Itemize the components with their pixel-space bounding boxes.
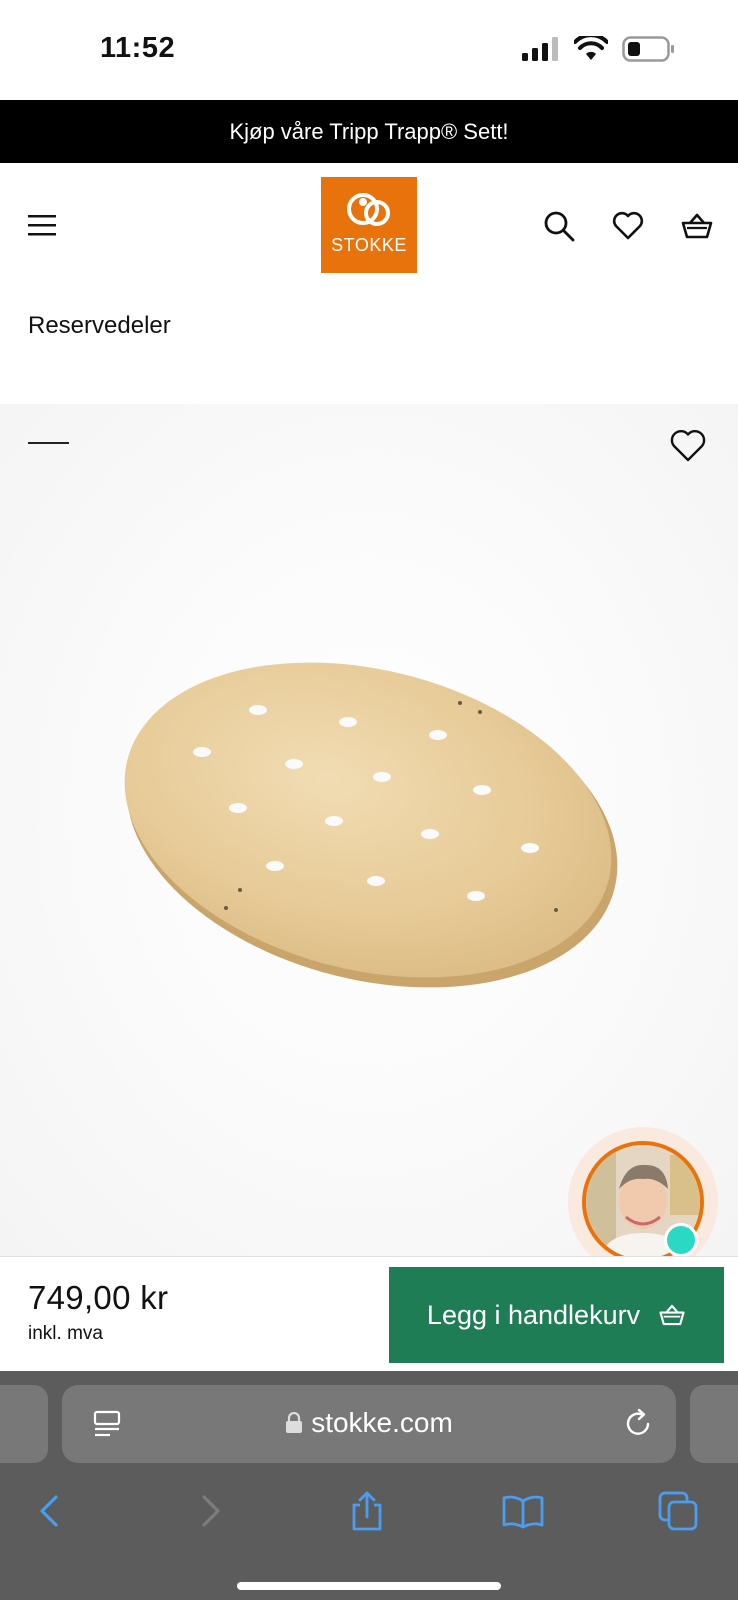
basket-icon: [681, 213, 713, 239]
menu-icon: [28, 215, 56, 236]
home-indicator[interactable]: [237, 1582, 501, 1590]
menu-button[interactable]: [26, 209, 58, 241]
status-bar: 11:52: [0, 0, 738, 100]
forward-button[interactable]: [186, 1487, 234, 1535]
tabs-icon: [658, 1491, 698, 1531]
status-icons: [522, 36, 676, 62]
stokke-logo[interactable]: STOKKE: [321, 177, 417, 273]
back-button[interactable]: [26, 1487, 74, 1535]
lock-icon: [286, 1412, 303, 1433]
browser-toolbar: [0, 1483, 738, 1543]
address-bar[interactable]: stokke.com: [62, 1385, 676, 1463]
cart-button[interactable]: [680, 209, 714, 243]
wishlist-header-button[interactable]: [611, 209, 645, 243]
url-display[interactable]: stokke.com: [62, 1407, 676, 1439]
cellular-signal-icon: [522, 37, 558, 61]
product-image[interactable]: [110, 656, 630, 996]
breadcrumb-label[interactable]: Reservedeler: [28, 312, 171, 339]
breadcrumb[interactable]: Reservedeler: [28, 312, 171, 340]
heart-icon: [612, 211, 644, 240]
search-button[interactable]: [542, 209, 576, 243]
battery-icon: [622, 36, 674, 62]
promo-banner-text[interactable]: Kjøp våre Tripp Trapp® Sett!: [229, 119, 508, 145]
browser-chrome: stokke.com: [0, 1371, 738, 1600]
search-icon: [544, 211, 575, 242]
promo-banner[interactable]: Kjøp våre Tripp Trapp® Sett!: [0, 100, 738, 163]
wifi-icon: [574, 36, 608, 60]
add-to-cart-label: Legg i handlekurv: [426, 1299, 641, 1330]
share-button[interactable]: [343, 1487, 391, 1535]
url-text: stokke.com: [311, 1407, 453, 1438]
vat-note: inkl. mva: [28, 1323, 103, 1344]
bookmarks-button[interactable]: [499, 1487, 547, 1535]
previous-tab-preview[interactable]: [0, 1385, 48, 1463]
add-to-cart-button[interactable]: Legg i handlekurv: [389, 1267, 724, 1363]
share-icon: [352, 1491, 382, 1531]
heart-icon: [670, 430, 706, 462]
status-time: 11:52: [100, 32, 176, 64]
logo-text: STOKKE: [331, 235, 407, 255]
site-header: STOKKE: [0, 163, 738, 289]
stokke-logo-mark-icon: [347, 193, 390, 226]
online-status-dot: [664, 1223, 698, 1257]
product-price: 749,00 kr: [28, 1279, 169, 1316]
next-tab-preview[interactable]: [690, 1385, 738, 1463]
live-chat-button[interactable]: [568, 1127, 718, 1277]
tabs-button[interactable]: [654, 1487, 702, 1535]
basket-icon: [659, 1304, 685, 1326]
purchase-bar: 749,00 kr inkl. mva Legg i handlekurv: [0, 1256, 738, 1371]
forward-icon: [202, 1495, 220, 1527]
slide-indicator: [28, 442, 69, 444]
back-icon: [40, 1495, 58, 1527]
reload-icon[interactable]: [622, 1407, 654, 1439]
bookmarks-icon: [502, 1495, 544, 1529]
add-to-wishlist-button[interactable]: [668, 426, 708, 466]
